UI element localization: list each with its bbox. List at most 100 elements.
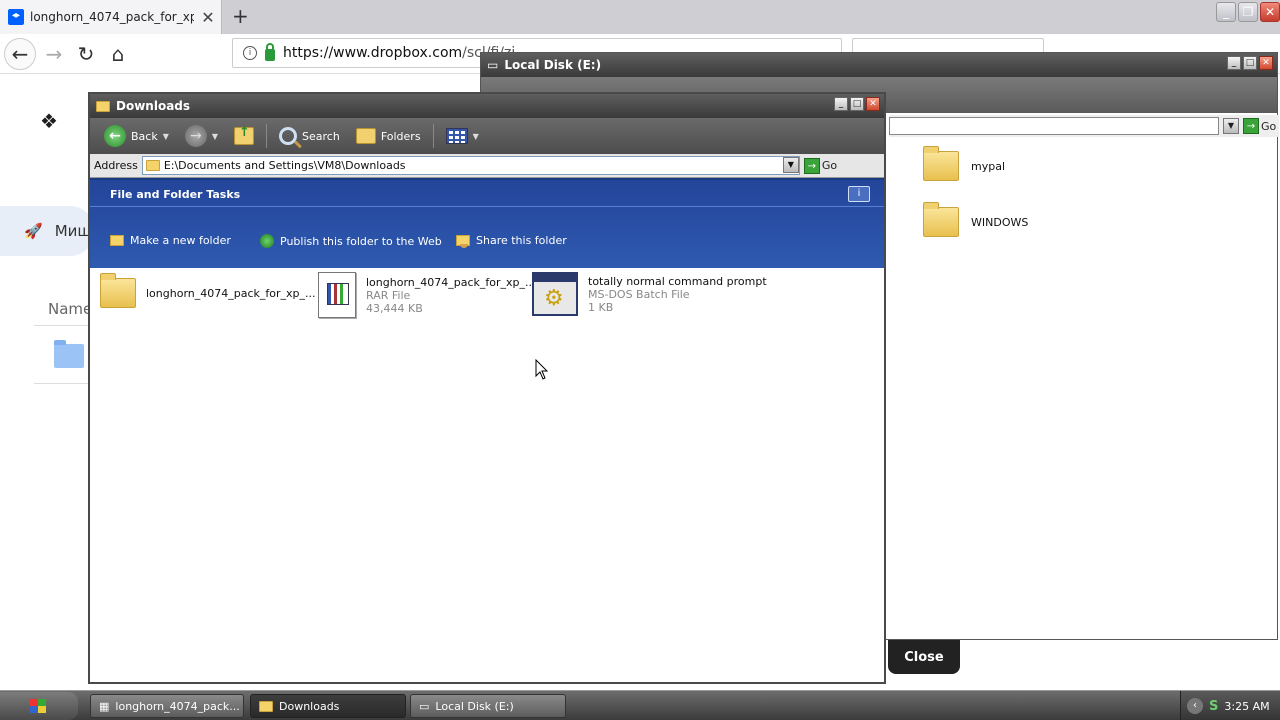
views-button[interactable]: ▼ [440,122,485,150]
go-button[interactable]: → Go [803,157,838,174]
folders-button[interactable]: Folders [350,122,427,150]
clock[interactable]: 3:25 AM [1224,700,1269,713]
local-disk-address-input[interactable] [889,117,1219,135]
up-folder-button[interactable] [228,122,260,150]
chevron-down-icon[interactable]: ▼ [782,157,799,173]
file-item-batch[interactable]: totally normal command prompt MS-DOS Bat… [532,272,767,316]
tray-expand-icon[interactable]: ‹ [1187,698,1203,714]
file-name: longhorn_4074_pack_for_xp_... [146,286,316,300]
folder-item-mypal[interactable]: mypal [923,146,1006,181]
back-arrow-icon: ← [104,125,126,147]
share-folder-link[interactable]: Share this folder [456,234,567,248]
go-arrow-icon: → [803,157,820,174]
go-label: Go [1261,119,1277,133]
go-button[interactable]: → Go [1243,118,1276,134]
file-folder-tasks-pane: File and Folder Tasks i Make a new folde… [90,178,884,268]
search-button[interactable]: Search [273,122,346,150]
info-icon[interactable]: i [848,186,870,202]
start-button[interactable] [0,692,78,720]
chevron-down-icon[interactable]: ▼ [163,132,169,141]
minimize-button[interactable]: _ [834,97,848,111]
file-name: longhorn_4074_pack_for_xp_... [366,275,536,289]
taskbar-item-local-disk[interactable]: ▭ Local Disk (E:) [410,694,566,718]
go-label: Go [821,159,838,172]
url-domain: https://www.dropbox.com [283,45,463,61]
toolbar-separator [266,124,268,148]
maximize-button[interactable]: □ [1243,56,1257,70]
local-disk-window-controls: _ □ ✕ [1227,56,1273,70]
tab-title: longhorn_4074_pack_for_xp_v2 [30,10,194,24]
task-link-label: Make a new folder [130,234,231,247]
back-arrow-icon[interactable]: ← [4,38,36,70]
site-info-icon[interactable]: i [243,46,257,60]
task-link-label: Share this folder [476,234,567,247]
new-folder-icon [110,235,124,246]
reload-icon[interactable]: ↻ [70,38,102,70]
batch-file-icon [532,272,578,316]
taskbar-item-downloads[interactable]: Downloads [250,694,406,718]
taskbar-item-label: Downloads [279,699,340,713]
folder-icon [145,160,160,171]
browser-tab-strip: longhorn_4074_pack_for_xp_v2 ✕ + _ ❐ ✕ [0,0,1280,34]
new-tab-button[interactable]: + [232,4,249,28]
folder-item-windows[interactable]: WINDOWS [923,202,1029,237]
file-type: RAR File [366,288,411,302]
rar-file-icon [318,272,356,318]
browser-minimize-button[interactable]: _ [1216,2,1236,22]
folder-label: mypal [971,159,1006,173]
files-area[interactable]: longhorn_4074_pack_for_xp_... longhorn_4… [90,268,884,678]
taskbar: ▦ longhorn_4074_pack... Downloads ▭ Loca… [0,690,1280,720]
address-input[interactable]: E:\Documents and Settings\VM8\Downloads … [141,156,800,175]
drive-icon: ▭ [487,58,499,72]
address-value: E:\Documents and Settings\VM8\Downloads [163,159,406,172]
browser-tab-dropbox[interactable]: longhorn_4074_pack_for_xp_v2 ✕ [0,0,222,34]
home-icon[interactable]: ⌂ [102,38,134,70]
local-disk-address-bar: ▼ → Go [889,115,1279,137]
dropbox-logo-icon[interactable]: ❖ [40,111,62,131]
address-label: Address [94,159,138,172]
close-overlay-button[interactable]: Close [888,640,960,674]
folders-label: Folders [380,129,421,143]
dropbox-nav-item[interactable]: 🚀 Миша [0,206,100,256]
downloads-titlebar[interactable]: Downloads _ □ ✕ [90,94,884,118]
system-tray: ‹ S 3:25 AM [1180,691,1280,720]
forward-arrow-icon[interactable]: → [38,38,70,70]
back-button[interactable]: ← Back ▼ [98,122,175,150]
publish-folder-link[interactable]: Publish this folder to the Web [260,234,442,248]
tasks-title: File and Folder Tasks [110,188,241,201]
share-folder-icon [456,235,470,248]
divider [90,206,884,207]
divider [34,325,94,326]
windows-logo-icon [30,699,46,713]
rocket-icon: 🚀 [24,222,43,240]
browser-restore-button[interactable]: ❐ [1238,2,1258,22]
folder-icon[interactable] [54,340,84,368]
local-disk-title: Local Disk (E:) [504,58,602,72]
browser-close-button[interactable]: ✕ [1260,2,1280,22]
downloads-window: Downloads _ □ ✕ ← Back ▼ → ▼ Search Fold… [88,92,886,684]
folder-icon [96,100,110,112]
folder-icon [923,202,959,237]
make-new-folder-link[interactable]: Make a new folder [110,234,231,247]
folder-label: WINDOWS [971,215,1029,229]
taskbar-item-label: Local Disk (E:) [435,699,514,713]
chevron-down-icon[interactable]: ▼ [1223,118,1239,134]
tray-app-icon[interactable]: S [1209,699,1218,714]
tab-close-icon[interactable]: ✕ [200,8,216,27]
name-column-header[interactable]: Name [48,300,92,318]
folder-icon [100,273,136,308]
taskbar-item-longhorn[interactable]: ▦ longhorn_4074_pack... [90,694,244,718]
chevron-down-icon[interactable]: ▼ [212,132,218,141]
close-button[interactable]: ✕ [866,97,880,111]
file-meta: longhorn_4074_pack_for_xp_... RAR File 4… [366,276,536,315]
forward-button[interactable]: → ▼ [179,122,224,150]
dropbox-favicon-icon [8,9,24,25]
file-meta: totally normal command prompt MS-DOS Bat… [588,275,767,314]
close-button[interactable]: ✕ [1259,56,1273,70]
maximize-button[interactable]: □ [850,97,864,111]
file-item-longhorn-folder[interactable]: longhorn_4074_pack_for_xp_... [100,273,316,308]
local-disk-titlebar[interactable]: ▭ Local Disk (E:) _ □ ✕ [481,53,1277,77]
minimize-button[interactable]: _ [1227,56,1241,70]
file-name: totally normal command prompt [588,274,767,288]
file-item-longhorn-rar[interactable]: longhorn_4074_pack_for_xp_... RAR File 4… [318,272,536,318]
